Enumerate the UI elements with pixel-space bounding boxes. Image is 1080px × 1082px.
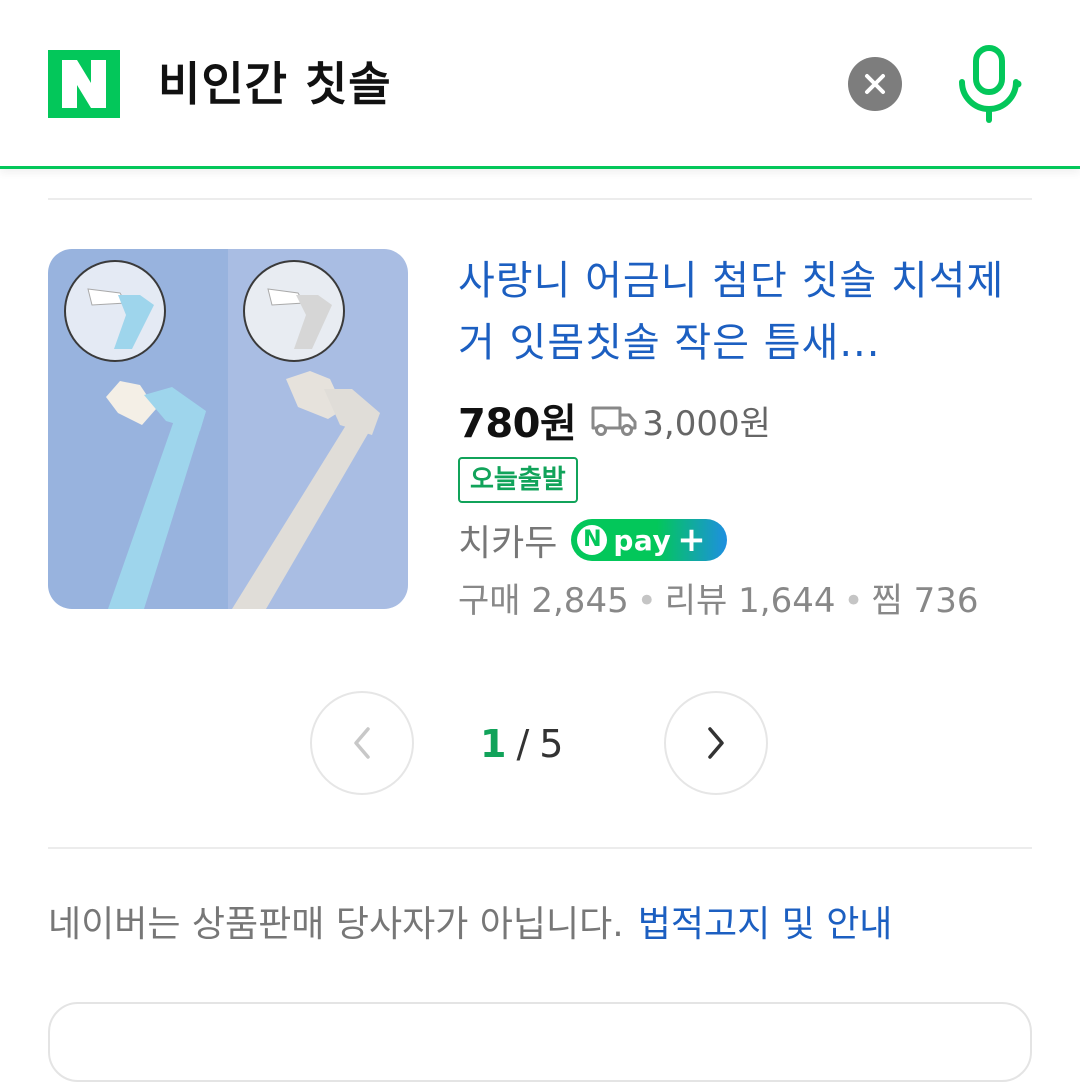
truck-icon	[591, 406, 637, 436]
seller-notice: 네이버는 상품판매 당사자가 아닙니다. 법적고지 및 안내	[48, 898, 892, 952]
review-count: 리뷰 1,644	[664, 581, 836, 621]
notice-text: 네이버는 상품판매 당사자가 아닙니다.	[48, 904, 624, 945]
voice-search-button[interactable]	[954, 44, 1024, 124]
wish-count: 찜 736	[871, 581, 979, 621]
next-page-button[interactable]	[664, 691, 768, 795]
page-indicator: 1/5	[480, 718, 610, 770]
microphone-icon	[959, 45, 1022, 123]
product-image[interactable]	[48, 249, 408, 609]
prev-page-button[interactable]	[310, 691, 414, 795]
seller-name[interactable]: 치카두	[458, 514, 557, 566]
product-title-link[interactable]: 사랑니 어금니 첨단 칫솔 치석제거 잇몸칫솔 작은 틈새...	[458, 250, 1028, 374]
npay-n-icon: N	[577, 525, 608, 555]
plus-icon: +	[677, 520, 706, 560]
shipping-fee: 3,000원	[642, 403, 771, 444]
current-page: 1	[480, 722, 507, 766]
today-dispatch-badge: 오늘출발	[458, 457, 578, 503]
purchase-count: 구매 2,845	[458, 581, 629, 621]
npay-plus-badge: N pay +	[571, 519, 728, 561]
npay-label: pay	[613, 523, 672, 557]
search-header: 비인간 칫솔	[0, 0, 1080, 169]
chevron-right-icon	[708, 727, 724, 759]
section-divider	[48, 847, 1032, 849]
close-icon	[865, 74, 885, 94]
product-stats: 구매 2,845 • 리뷰 1,644 • 찜 736	[458, 576, 979, 626]
chevron-left-icon	[354, 727, 370, 759]
page-separator: /	[516, 722, 530, 766]
price-row: 780원 3,000원	[458, 392, 771, 448]
legal-notice-link[interactable]: 법적고지 및 안내	[638, 904, 893, 945]
product-price: 780원	[458, 401, 577, 447]
clear-search-button[interactable]	[848, 57, 902, 111]
total-pages: 5	[539, 722, 564, 766]
naver-logo[interactable]	[48, 50, 120, 118]
search-query[interactable]: 비인간 칫솔	[158, 54, 392, 114]
section-divider	[48, 198, 1032, 200]
seller-row: 치카두 N pay +	[458, 512, 728, 568]
more-results-card[interactable]	[48, 1002, 1032, 1082]
bullet-separator: •	[843, 581, 864, 621]
bullet-separator: •	[636, 581, 657, 621]
product-image-illustration	[48, 249, 408, 609]
